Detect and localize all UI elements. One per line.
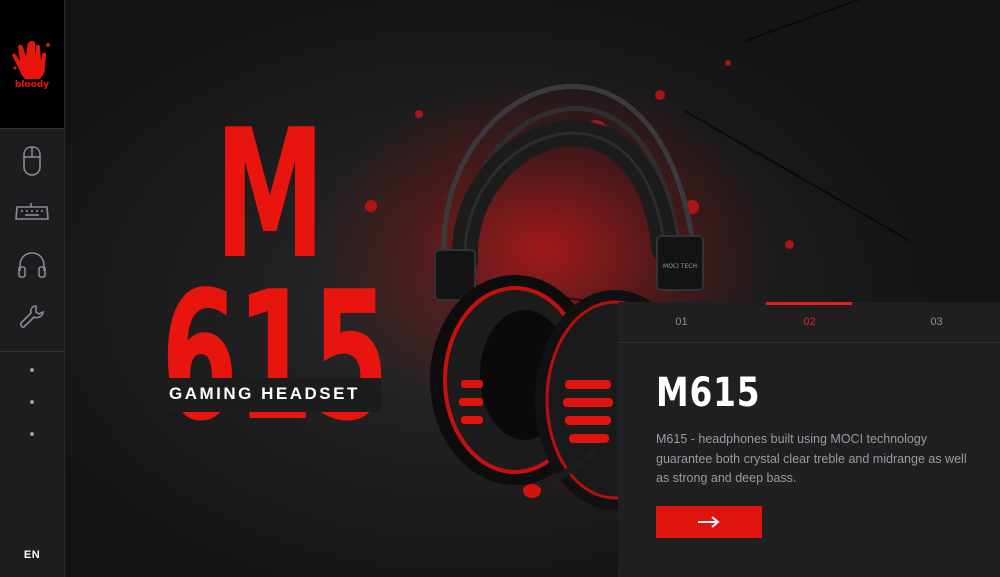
mouse-icon <box>23 146 41 176</box>
product-title: M615 <box>656 370 761 416</box>
paint-splatter <box>725 60 731 66</box>
learn-more-button[interactable] <box>656 506 762 538</box>
paint-splatter <box>785 240 794 249</box>
slide-tabs: 01 02 03 <box>618 302 1000 343</box>
sidebar: bloody EN <box>0 0 65 577</box>
brand-logo[interactable]: bloody <box>0 0 64 128</box>
nav-tools[interactable] <box>0 291 64 343</box>
svg-text:bloody: bloody <box>15 80 49 90</box>
dot <box>30 432 34 436</box>
nav-mice[interactable] <box>0 135 64 187</box>
language-switcher[interactable]: EN <box>0 549 64 561</box>
product-info-panel: 01 02 03 M615 M615 - headphones built us… <box>618 302 1000 577</box>
headset-icon <box>18 252 46 278</box>
arrow-right-icon <box>698 516 720 528</box>
slide-dot-3[interactable] <box>0 418 64 450</box>
wrench-icon <box>19 305 44 328</box>
slide-dot-2[interactable] <box>0 386 64 418</box>
nav-headsets[interactable] <box>0 239 64 291</box>
nav-keyboards[interactable] <box>0 187 64 239</box>
product-description: M615 - headphones built using MOCI techn… <box>656 432 967 485</box>
product-category-nav <box>0 128 64 352</box>
dot <box>30 368 34 372</box>
bloody-hand-logo-icon: bloody <box>12 41 50 90</box>
svg-text:MOCI TECH: MOCI TECH <box>663 263 697 270</box>
crack-line <box>744 0 934 42</box>
hero-subtitle: GAMING HEADSET <box>169 384 360 403</box>
slide-pagination <box>0 352 64 450</box>
hero-title-line2: 615 <box>161 253 389 460</box>
tab-02[interactable]: 02 <box>746 302 873 342</box>
keyboard-icon <box>15 203 49 220</box>
tab-03[interactable]: 03 <box>873 302 1000 342</box>
tab-01[interactable]: 01 <box>618 302 745 342</box>
slide-dot-1[interactable] <box>0 354 64 386</box>
dot <box>30 400 34 404</box>
